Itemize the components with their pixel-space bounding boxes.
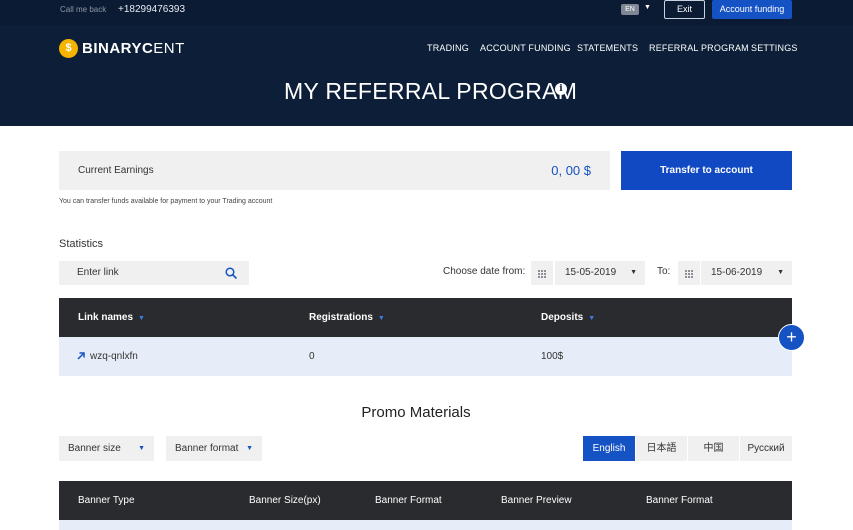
chevron-down-icon: ▼: [138, 445, 145, 452]
exit-button[interactable]: Exit: [664, 0, 705, 19]
transfer-note: You can transfer funds available for pay…: [59, 198, 273, 205]
transfer-to-account-button[interactable]: Transfer to account: [621, 151, 792, 190]
registrations-cell: 0: [309, 351, 315, 362]
account-funding-button[interactable]: Account funding: [712, 0, 792, 19]
brand-name-bold: BINARYC: [82, 39, 154, 57]
calendar-grid-icon[interactable]: [531, 261, 553, 285]
calendar-grid-icon[interactable]: [678, 261, 700, 285]
sort-icon: ▼: [377, 315, 385, 322]
brand-name-light: ENT: [153, 39, 185, 57]
column-banner-format: Banner Format: [375, 495, 442, 506]
sort-icon: ▼: [588, 315, 596, 322]
nav-account-funding[interactable]: ACCOUNT FUNDING: [480, 43, 571, 53]
date-from-value: 15-05-2019: [565, 267, 617, 278]
banner-size-label: Banner size: [68, 443, 121, 454]
page-title: MY REFERRAL PROGRAM: [284, 78, 578, 104]
column-registrations[interactable]: Registrations ▼: [309, 312, 385, 323]
link-search-input[interactable]: [77, 267, 217, 278]
sort-icon: ▼: [138, 315, 145, 322]
language-selector[interactable]: EN: [621, 4, 639, 15]
chevron-down-icon[interactable]: ▼: [644, 4, 651, 11]
search-icon[interactable]: [225, 267, 237, 279]
statistics-title: Statistics: [59, 238, 104, 250]
statistics-table-header: Link names ▼ Registrations ▼ Deposits ▼: [59, 298, 792, 337]
add-link-button[interactable]: +: [778, 324, 805, 351]
deposits-cell: 100$: [541, 351, 564, 362]
banner-format-select[interactable]: Banner format ▼: [166, 436, 262, 461]
current-earnings-panel: Current Earnings 0, 00 $: [59, 151, 610, 190]
header: $ BINARYC ENT TRADING ACCOUNT FUNDING STA…: [0, 25, 853, 126]
column-banner-type: Banner Type: [78, 495, 135, 506]
link-search-box: [59, 261, 249, 285]
column-link-names[interactable]: Link names ▼: [78, 312, 145, 323]
banner-format-label: Banner format: [175, 443, 239, 454]
lang-tab-english[interactable]: English: [583, 436, 635, 461]
chevron-down-icon: ▼: [777, 269, 784, 276]
info-icon[interactable]: i: [555, 83, 567, 95]
top-bar: Call me back +18299476393 EN ▼ Exit Acco…: [0, 0, 853, 25]
nav-referral-program[interactable]: REFERRAL PROGRAM: [649, 43, 749, 53]
date-from-select[interactable]: 15-05-2019 ▼: [555, 261, 645, 285]
column-banner-format-2: Banner Format: [646, 495, 713, 506]
banner-table-header: Banner Type Banner Size(px) Banner Forma…: [59, 481, 792, 520]
link-name-cell[interactable]: wzq-qnlxfn: [90, 351, 138, 362]
nav-statements[interactable]: STATEMENTS: [577, 43, 638, 53]
call-me-back-link[interactable]: Call me back: [60, 5, 106, 14]
current-earnings-label: Current Earnings: [78, 165, 154, 176]
date-to-label: To:: [657, 266, 671, 277]
nav-trading[interactable]: TRADING: [427, 43, 469, 53]
column-banner-preview: Banner Preview: [501, 495, 572, 506]
coin-logo-icon: $: [59, 38, 78, 58]
current-earnings-value: 0, 00 $: [551, 163, 591, 178]
table-row: [59, 520, 792, 530]
promo-materials-title: Promo Materials: [361, 404, 471, 421]
date-from-label: Choose date from:: [443, 266, 526, 277]
lang-tab-russian[interactable]: Русский: [740, 436, 792, 461]
lang-tab-japanese[interactable]: 日本語: [636, 436, 687, 461]
table-row[interactable]: wzq-qnlxfn 0 100$: [59, 337, 792, 376]
logo[interactable]: $ BINARYC ENT: [59, 38, 185, 58]
arrow-up-right-icon: [77, 352, 85, 360]
date-to-value: 15-06-2019: [711, 267, 763, 278]
lang-tab-chinese[interactable]: 中国: [688, 436, 739, 461]
column-banner-size: Banner Size(px): [249, 495, 321, 506]
nav-settings[interactable]: SETTINGS: [751, 43, 798, 53]
chevron-down-icon: ▼: [630, 269, 637, 276]
phone-number: +18299476393: [118, 4, 186, 15]
date-to-select[interactable]: 15-06-2019 ▼: [701, 261, 792, 285]
column-deposits[interactable]: Deposits ▼: [541, 312, 595, 323]
chevron-down-icon: ▼: [246, 445, 253, 452]
banner-size-select[interactable]: Banner size ▼: [59, 436, 154, 461]
